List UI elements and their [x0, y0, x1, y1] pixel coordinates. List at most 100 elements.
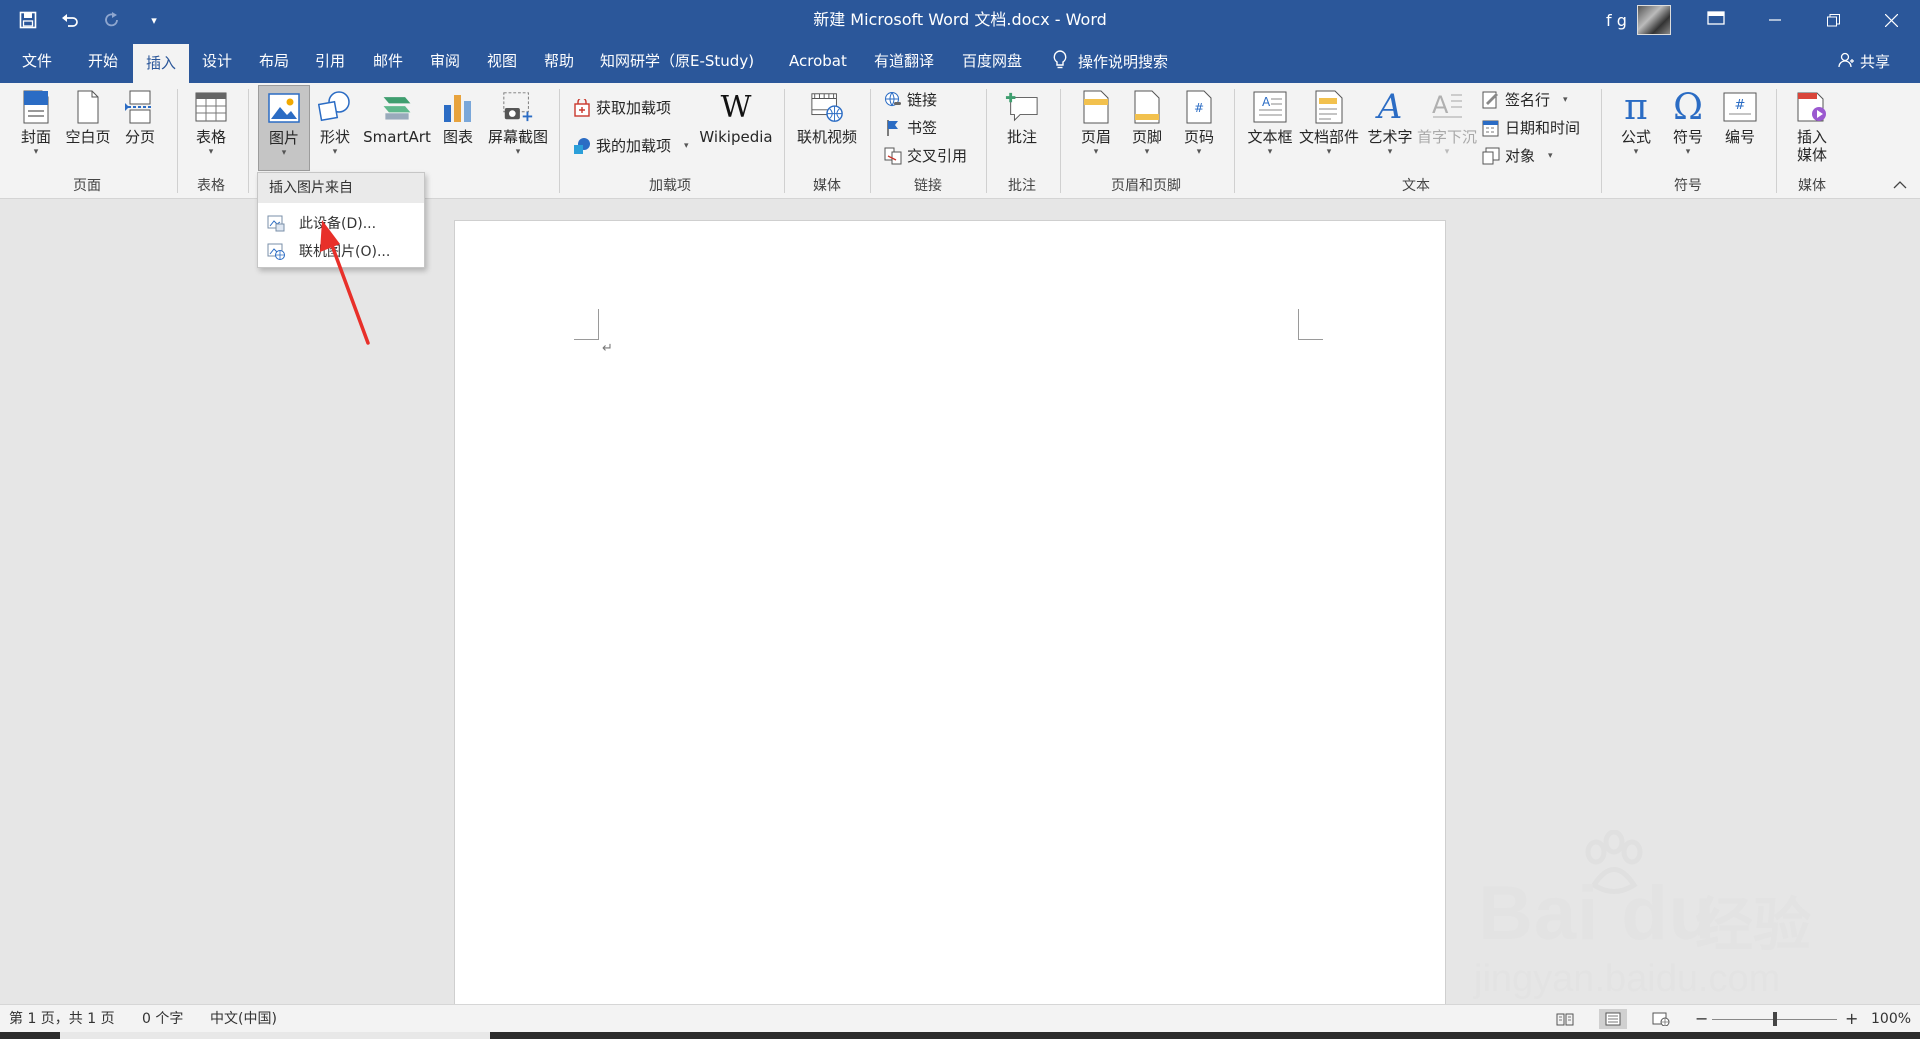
- blank-page-button[interactable]: 空白页: [64, 89, 112, 146]
- margin-corner-marker: [1298, 309, 1323, 340]
- svg-text:#: #: [1735, 98, 1746, 113]
- new-comment-button[interactable]: 批注: [998, 89, 1046, 146]
- number-button[interactable]: # 编号: [1718, 89, 1762, 146]
- wikipedia-button[interactable]: W Wikipedia: [698, 89, 774, 147]
- language-indicator[interactable]: 中文(中国): [210, 1005, 277, 1033]
- status-bar: 第 1 页，共 1 页 0 个字 中文(中国) − + 100%: [0, 1004, 1920, 1033]
- object-button[interactable]: 对象 ▾: [1482, 145, 1553, 166]
- document-page[interactable]: ↵: [454, 220, 1446, 1007]
- online-video-button[interactable]: 联机视频: [794, 89, 860, 146]
- tab-acrobat[interactable]: Acrobat: [789, 40, 847, 83]
- web-layout-icon[interactable]: [1647, 1009, 1675, 1029]
- chevron-down-icon: ▾: [208, 147, 214, 157]
- tell-me-search[interactable]: 操作说明搜索: [1052, 40, 1168, 83]
- equation-button[interactable]: π 公式 ▾: [1614, 87, 1658, 158]
- screenshot-button[interactable]: 屏幕截图 ▾: [485, 89, 551, 158]
- zoom-slider-thumb[interactable]: [1773, 1012, 1777, 1026]
- chevron-down-icon: ▾: [1387, 147, 1393, 157]
- menu-item-online-pictures[interactable]: 联机图片(O)...: [258, 237, 424, 265]
- user-name: f g: [1606, 10, 1627, 30]
- group-separator: [177, 89, 178, 193]
- globe-link-icon: [884, 91, 902, 109]
- tab-baidu[interactable]: 百度网盘: [962, 40, 1022, 83]
- tab-view[interactable]: 视图: [487, 40, 517, 83]
- tab-youdao[interactable]: 有道翻译: [874, 40, 934, 83]
- table-button[interactable]: 表格 ▾: [191, 89, 231, 158]
- tab-references[interactable]: 引用: [315, 40, 345, 83]
- tab-home[interactable]: 开始: [88, 40, 118, 83]
- ribbon-display-options-icon[interactable]: [1707, 11, 1725, 29]
- wordart-button[interactable]: A 艺术字 ▾: [1366, 87, 1414, 158]
- user-account[interactable]: f g: [1606, 0, 1725, 40]
- tab-cnki[interactable]: 知网研学（原E-Study): [600, 40, 754, 83]
- read-mode-icon[interactable]: [1551, 1009, 1579, 1029]
- tab-help[interactable]: 帮助: [544, 40, 574, 83]
- taskbar-strip: [0, 1032, 1920, 1039]
- paragraph-mark: ↵: [602, 341, 613, 356]
- person-icon: [1838, 52, 1854, 72]
- menu-item-label: 联机图片(O)...: [299, 244, 391, 260]
- share-button[interactable]: 共享: [1838, 40, 1890, 83]
- redo-icon[interactable]: [98, 6, 126, 34]
- signature-line-button[interactable]: 签名行 ▾: [1482, 89, 1568, 110]
- bookmark-button[interactable]: 书签: [884, 117, 937, 138]
- word-count[interactable]: 0 个字: [142, 1005, 183, 1033]
- group-separator: [248, 89, 249, 193]
- tab-layout[interactable]: 布局: [259, 40, 289, 83]
- page-count[interactable]: 第 1 页，共 1 页: [9, 1005, 115, 1033]
- quick-parts-button[interactable]: 文档部件 ▾: [1298, 89, 1360, 158]
- chevron-down-icon: ▾: [1685, 147, 1691, 157]
- zoom-in-button[interactable]: +: [1845, 1005, 1858, 1033]
- link-button[interactable]: 链接: [884, 89, 937, 110]
- minimize-icon[interactable]: [1746, 0, 1804, 40]
- menu-item-this-device[interactable]: 此设备(D)...: [258, 209, 424, 237]
- header-button[interactable]: 页眉 ▾: [1075, 89, 1117, 158]
- wordart-icon: A: [1377, 87, 1403, 127]
- drop-cap-icon: A: [1430, 89, 1464, 125]
- cover-page-button[interactable]: 封面 ▾: [16, 89, 56, 158]
- close-icon[interactable]: [1862, 0, 1920, 40]
- insert-media-button[interactable]: 插入 媒体: [1790, 89, 1834, 164]
- date-time-button[interactable]: 日期和时间: [1482, 117, 1580, 138]
- svg-text:#: #: [1194, 101, 1204, 115]
- print-layout-icon[interactable]: [1599, 1009, 1627, 1029]
- chart-button[interactable]: 图表: [438, 89, 478, 146]
- baidu-watermark: Bai du 经验 jingyan.baidu.com: [1470, 830, 1830, 1000]
- online-video-icon: [810, 89, 844, 125]
- chevron-down-icon: ▾: [684, 140, 689, 151]
- my-addins-button[interactable]: 我的加载项 ▾: [573, 135, 689, 156]
- zoom-level[interactable]: 100%: [1871, 1005, 1911, 1033]
- pictures-button[interactable]: 图片 ▾: [258, 85, 310, 171]
- page-break-button[interactable]: 分页: [120, 89, 160, 146]
- restore-icon[interactable]: [1804, 0, 1862, 40]
- group-separator: [1060, 89, 1061, 193]
- tab-insert[interactable]: 插入: [133, 44, 189, 83]
- blank-page-icon: [71, 89, 105, 125]
- save-icon[interactable]: [14, 6, 42, 34]
- tab-file[interactable]: 文件: [22, 40, 52, 83]
- undo-icon[interactable]: [56, 6, 84, 34]
- chevron-down-icon: ▾: [281, 148, 287, 158]
- customize-qat-icon[interactable]: ▾: [140, 6, 168, 34]
- symbol-button[interactable]: Ω 符号 ▾: [1666, 87, 1710, 158]
- zoom-out-button[interactable]: −: [1695, 1005, 1708, 1033]
- shapes-button[interactable]: 形状 ▾: [314, 89, 356, 158]
- drop-cap-button[interactable]: A 首字下沉 ▾: [1416, 89, 1478, 158]
- svg-text:A: A: [1262, 95, 1271, 109]
- cross-reference-button[interactable]: 交叉引用: [884, 145, 967, 166]
- avatar[interactable]: [1636, 5, 1671, 35]
- page-number-button[interactable]: # 页码 ▾: [1178, 89, 1220, 158]
- tab-review[interactable]: 审阅: [430, 40, 460, 83]
- smartart-button[interactable]: SmartArt: [362, 89, 432, 146]
- tab-design[interactable]: 设计: [202, 40, 232, 83]
- footer-button[interactable]: 页脚 ▾: [1126, 89, 1168, 158]
- tab-mailings[interactable]: 邮件: [373, 40, 403, 83]
- text-box-button[interactable]: A 文本框 ▾: [1246, 89, 1294, 158]
- get-addins-button[interactable]: 获取加载项: [573, 97, 671, 118]
- collapse-ribbon-icon[interactable]: [1893, 178, 1907, 192]
- page-number-icon: #: [1182, 89, 1216, 125]
- group-label-symbols: 符号: [1674, 178, 1702, 194]
- bar-chart-icon: [441, 89, 475, 125]
- chevron-down-icon: ▾: [1144, 147, 1150, 157]
- watermark-cn: 经验: [1695, 891, 1812, 959]
